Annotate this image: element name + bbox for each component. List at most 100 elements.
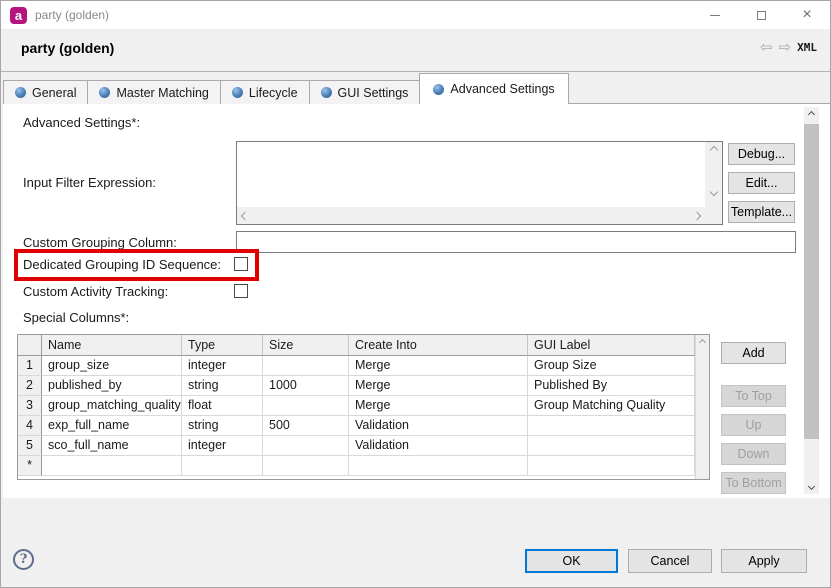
tab-gui-settings[interactable]: GUI Settings (309, 80, 421, 104)
cell-create-into[interactable]: Validation (349, 416, 528, 436)
cell-size[interactable]: 500 (263, 416, 349, 436)
xml-view-link[interactable]: XML (797, 41, 817, 54)
scroll-up-icon (709, 146, 717, 154)
scroll-down-icon (709, 188, 717, 196)
tab-sphere-icon (433, 84, 444, 95)
tab-label: General (32, 86, 76, 100)
cell-create-into[interactable]: Merge (349, 356, 528, 376)
template-button[interactable]: Template... (728, 201, 795, 223)
table-row[interactable]: 2 published_by string 1000 Merge Publish… (18, 376, 709, 396)
cell-type[interactable]: string (182, 376, 263, 396)
window-title: party (golden) (35, 8, 692, 22)
cell-create-into[interactable]: Validation (349, 436, 528, 456)
header-row-number (18, 335, 42, 356)
cell-size[interactable] (263, 436, 349, 456)
dedicated-grouping-id-sequence-label: Dedicated Grouping ID Sequence: (23, 257, 221, 272)
table-header-row: Name Type Size Create Into GUI Label (18, 335, 709, 356)
debug-button[interactable]: Debug... (728, 143, 795, 165)
scroll-down-arrow[interactable] (804, 479, 819, 494)
to-top-button[interactable]: To Top (721, 385, 786, 407)
header-name[interactable]: Name (42, 335, 182, 356)
custom-grouping-column-input[interactable] (236, 231, 796, 253)
scroll-right-icon (693, 211, 701, 219)
table-vertical-scrollbar[interactable] (695, 335, 709, 479)
tab-general[interactable]: General (3, 80, 88, 104)
scrollbar-thumb[interactable] (804, 124, 819, 439)
special-columns-table: Name Type Size Create Into GUI Label 1 g… (17, 334, 710, 480)
row-number: 5 (18, 436, 42, 456)
header-type[interactable]: Type (182, 335, 263, 356)
panel-vertical-scrollbar[interactable] (804, 107, 819, 494)
ok-button[interactable]: OK (525, 549, 618, 573)
cell-name[interactable]: published_by (42, 376, 182, 396)
apply-button[interactable]: Apply (721, 549, 807, 573)
tab-master-matching[interactable]: Master Matching (87, 80, 220, 104)
forward-arrow-icon[interactable]: ⇨ (779, 40, 792, 55)
expression-vertical-scrollbar[interactable] (705, 142, 722, 208)
header-create-into[interactable]: Create Into (349, 335, 528, 356)
row-number: 1 (18, 356, 42, 376)
app-window: a party (golden) × party (golden) ⇦ ⇨ XM… (0, 0, 831, 588)
cell-gui-label[interactable] (528, 436, 695, 456)
back-arrow-icon[interactable]: ⇦ (760, 40, 773, 55)
help-icon[interactable]: ? (13, 549, 34, 570)
tab-sphere-icon (232, 87, 243, 98)
cell-name[interactable]: group_matching_quality (42, 396, 182, 416)
maximize-button[interactable] (738, 1, 784, 29)
tab-advanced-settings[interactable]: Advanced Settings (419, 73, 568, 104)
advanced-settings-label: Advanced Settings*: (23, 115, 140, 130)
title-bar: a party (golden) × (1, 1, 830, 29)
expression-horizontal-scrollbar[interactable] (237, 207, 705, 224)
cell-name[interactable] (42, 456, 182, 476)
dedicated-grouping-id-sequence-checkbox[interactable] (234, 257, 248, 271)
maximize-icon (757, 11, 766, 20)
cell-create-into[interactable] (349, 456, 528, 476)
down-button[interactable]: Down (721, 443, 786, 465)
cell-create-into[interactable]: Merge (349, 376, 528, 396)
cell-size[interactable] (263, 456, 349, 476)
tab-lifecycle[interactable]: Lifecycle (220, 80, 310, 104)
to-bottom-button[interactable]: To Bottom (721, 472, 786, 494)
header-gui-label[interactable]: GUI Label (528, 335, 695, 356)
cell-type[interactable]: integer (182, 436, 263, 456)
cell-name[interactable]: group_size (42, 356, 182, 376)
cell-name[interactable]: exp_full_name (42, 416, 182, 436)
special-columns-label: Special Columns*: (23, 310, 129, 325)
cell-gui-label[interactable]: Group Size (528, 356, 695, 376)
scrollbar-corner (705, 207, 722, 224)
table-row[interactable]: 1 group_size integer Merge Group Size (18, 356, 709, 376)
scroll-up-arrow[interactable] (804, 107, 819, 122)
close-button[interactable]: × (784, 1, 830, 29)
custom-activity-tracking-checkbox[interactable] (234, 284, 248, 298)
input-filter-expression-textarea[interactable] (237, 142, 689, 208)
table-row[interactable]: 4 exp_full_name string 500 Validation (18, 416, 709, 436)
tab-sphere-icon (15, 87, 26, 98)
cell-size[interactable] (263, 396, 349, 416)
edit-button[interactable]: Edit... (728, 172, 795, 194)
minimize-button[interactable] (692, 1, 738, 29)
up-button[interactable]: Up (721, 414, 786, 436)
table-row[interactable]: 3 group_matching_quality float Merge Gro… (18, 396, 709, 416)
cell-gui-label[interactable] (528, 456, 695, 476)
cell-type[interactable] (182, 456, 263, 476)
cell-gui-label[interactable] (528, 416, 695, 436)
cell-type[interactable]: string (182, 416, 263, 436)
cell-size[interactable]: 1000 (263, 376, 349, 396)
cell-type[interactable]: integer (182, 356, 263, 376)
input-filter-label: Input Filter Expression: (23, 175, 156, 190)
tab-label: Advanced Settings (450, 82, 554, 96)
cell-name[interactable]: sco_full_name (42, 436, 182, 456)
cell-type[interactable]: float (182, 396, 263, 416)
cell-size[interactable] (263, 356, 349, 376)
table-row[interactable]: 5 sco_full_name integer Validation (18, 436, 709, 456)
cell-gui-label[interactable]: Published By (528, 376, 695, 396)
add-button[interactable]: Add (721, 342, 786, 364)
header-size[interactable]: Size (263, 335, 349, 356)
cell-gui-label[interactable]: Group Matching Quality (528, 396, 695, 416)
tab-sphere-icon (99, 87, 110, 98)
row-number: 2 (18, 376, 42, 396)
cancel-button[interactable]: Cancel (628, 549, 712, 573)
tab-sphere-icon (321, 87, 332, 98)
table-row-new[interactable]: * (18, 456, 709, 476)
cell-create-into[interactable]: Merge (349, 396, 528, 416)
